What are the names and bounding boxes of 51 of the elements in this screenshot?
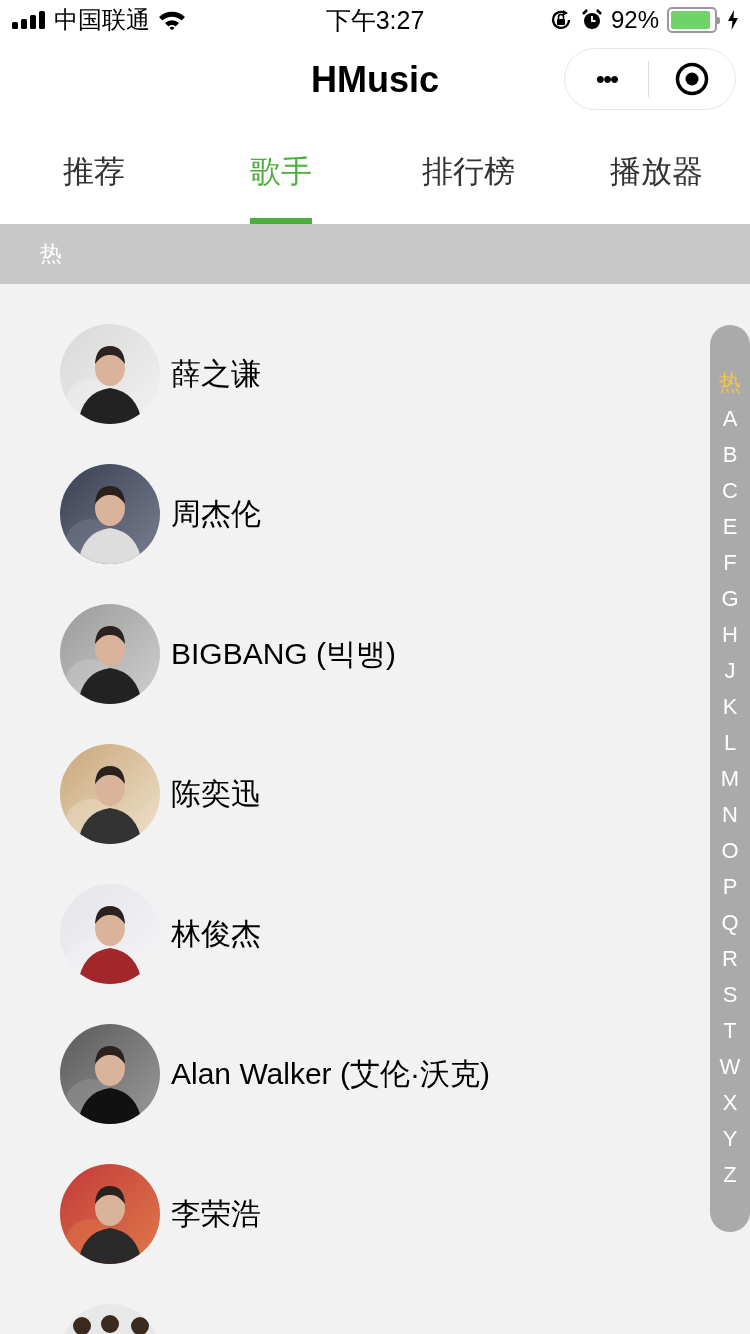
battery-icon (667, 7, 720, 33)
index-letter[interactable]: R (722, 941, 738, 977)
index-letter[interactable]: B (722, 437, 738, 473)
artist-item[interactable]: 薛之谦 (60, 324, 261, 424)
index-letter[interactable]: Y (722, 1121, 738, 1157)
app-title: HMusic (311, 59, 439, 101)
index-letter[interactable]: P (722, 869, 738, 905)
clock-time: 下午3:27 (325, 4, 425, 36)
wifi-icon (158, 10, 186, 30)
close-target-icon[interactable] (675, 62, 709, 96)
tab[interactable]: 歌手 (187, 120, 375, 224)
artist-item[interactable]: 林俊杰 (60, 884, 261, 984)
index-letter[interactable]: Q (721, 905, 739, 941)
index-letter[interactable]: K (722, 689, 738, 725)
index-letter[interactable]: E (722, 509, 738, 545)
index-letter[interactable]: W (719, 1049, 741, 1085)
artist-name: 薛之谦 (171, 356, 261, 392)
tab[interactable]: 播放器 (562, 120, 750, 224)
index-letter[interactable]: O (721, 833, 739, 869)
tab[interactable]: 推荐 (0, 120, 188, 224)
alarm-icon (580, 9, 603, 31)
index-letter[interactable]: 热 (719, 365, 741, 401)
carrier-name: 中国联通 (54, 5, 150, 35)
index-letter[interactable]: N (722, 797, 738, 833)
artist-name: 李荣浩 (171, 1196, 261, 1232)
signal-icon (12, 11, 46, 29)
artist-name: 林俊杰 (171, 916, 261, 952)
more-button[interactable]: ••• (565, 63, 648, 95)
index-letter[interactable]: F (723, 545, 737, 581)
artist-item[interactable]: 陈奕迅 (60, 744, 261, 844)
index-letter[interactable]: G (721, 581, 739, 617)
index-letter[interactable]: C (722, 473, 738, 509)
tab[interactable]: 排行榜 (375, 120, 563, 224)
index-letter[interactable]: L (723, 725, 737, 761)
artist-item[interactable]: Alan Walker (艾伦·沃克) (60, 1024, 490, 1124)
index-letter[interactable]: J (724, 653, 736, 689)
index-letter[interactable]: H (722, 617, 738, 653)
artist-name: BIGBANG (빅뱅) (171, 636, 396, 672)
artist-item[interactable]: BIGBANG (빅뱅) (60, 604, 396, 704)
index-letter[interactable]: T (723, 1013, 737, 1049)
index-letter[interactable]: X (722, 1085, 738, 1121)
artist-item[interactable]: 李荣浩 (60, 1164, 261, 1264)
index-letter[interactable]: Z (723, 1157, 737, 1193)
artist-item[interactable]: 周杰伦 (60, 464, 261, 564)
index-letter[interactable]: S (722, 977, 738, 1013)
index-letter[interactable]: M (720, 761, 740, 797)
index-letter[interactable]: A (722, 401, 738, 437)
artist-name: Alan Walker (艾伦·沃克) (171, 1056, 490, 1092)
artist-name: 陈奕迅 (171, 776, 261, 812)
battery-percent: 92% (610, 6, 659, 34)
artist-name: 周杰伦 (171, 496, 261, 532)
